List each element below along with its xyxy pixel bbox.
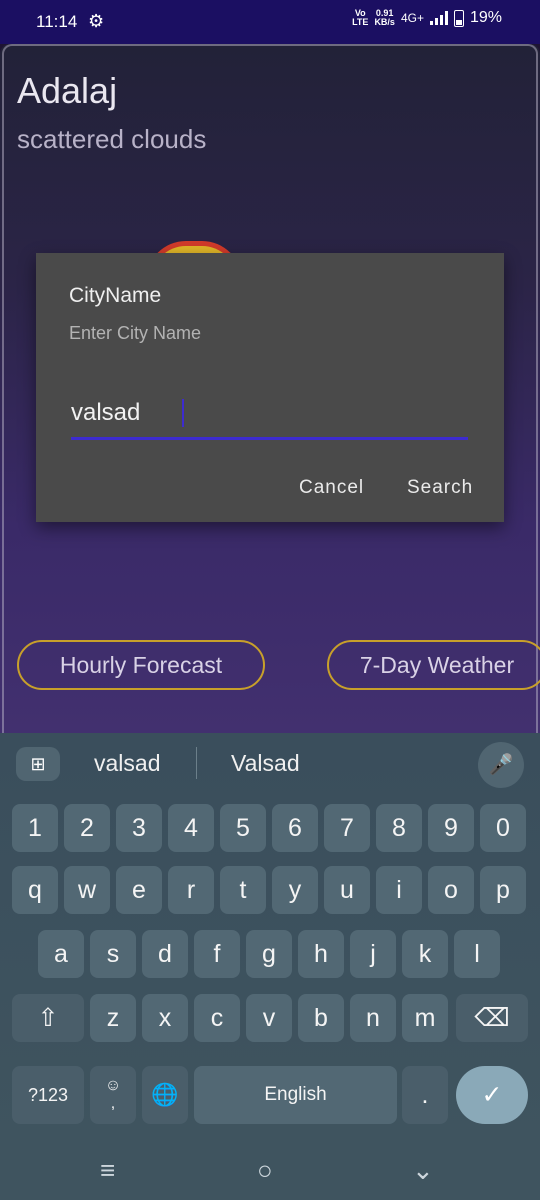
key-c[interactable]: c bbox=[194, 994, 240, 1042]
seven-day-weather-button[interactable]: 7-Day Weather bbox=[327, 640, 540, 690]
text-cursor bbox=[182, 399, 184, 427]
recents-icon[interactable]: ≡ bbox=[100, 1155, 115, 1186]
settings-gear-icon: ⚙ bbox=[88, 11, 105, 31]
key-s[interactable]: s bbox=[90, 930, 136, 978]
key-r[interactable]: r bbox=[168, 866, 214, 914]
emoji-icon: ☺ bbox=[104, 1077, 122, 1094]
symbols-key[interactable]: ?123 bbox=[12, 1066, 84, 1124]
battery-icon bbox=[453, 9, 464, 27]
suggestion-2[interactable]: Valsad bbox=[231, 750, 300, 777]
globe-icon[interactable]: 🌐 bbox=[142, 1066, 188, 1124]
key-i[interactable]: i bbox=[376, 866, 422, 914]
key-m[interactable]: m bbox=[402, 994, 448, 1042]
key-b[interactable]: b bbox=[298, 994, 344, 1042]
apps-grid-icon[interactable]: ⊞ bbox=[16, 747, 60, 781]
status-bar: 11:14 ⚙ Vo LTE 0.91 KB/s 4G+ 19% bbox=[0, 0, 540, 44]
home-icon[interactable]: ○ bbox=[257, 1155, 273, 1186]
key-h[interactable]: h bbox=[298, 930, 344, 978]
shift-icon[interactable]: ⇧ bbox=[12, 994, 84, 1042]
key-u[interactable]: u bbox=[324, 866, 370, 914]
key-n[interactable]: n bbox=[350, 994, 396, 1042]
key-7[interactable]: 7 bbox=[324, 804, 370, 852]
navigation-bar: ≡ ○ ⌄ bbox=[0, 1143, 540, 1200]
backspace-icon[interactable]: ⌫ bbox=[456, 994, 528, 1042]
status-icons: Vo LTE 0.91 KB/s 4G+ 19% bbox=[352, 9, 502, 27]
key-5[interactable]: 5 bbox=[220, 804, 266, 852]
back-chevron-down-icon[interactable]: ⌄ bbox=[412, 1155, 434, 1186]
key-f[interactable]: f bbox=[194, 930, 240, 978]
battery-percent: 19% bbox=[469, 9, 502, 26]
data-rate: 0.91 KB/s bbox=[374, 8, 395, 27]
status-time: 11:14 bbox=[36, 12, 78, 31]
key-2[interactable]: 2 bbox=[64, 804, 110, 852]
key-w[interactable]: w bbox=[64, 866, 110, 914]
city-input-field[interactable] bbox=[71, 393, 468, 440]
key-t[interactable]: t bbox=[220, 866, 266, 914]
key-0[interactable]: 0 bbox=[480, 804, 526, 852]
city-input[interactable] bbox=[71, 399, 468, 427]
key-p[interactable]: p bbox=[480, 866, 526, 914]
hourly-forecast-button[interactable]: Hourly Forecast bbox=[17, 640, 265, 690]
key-g[interactable]: g bbox=[246, 930, 292, 978]
key-8[interactable]: 8 bbox=[376, 804, 422, 852]
key-x[interactable]: x bbox=[142, 994, 188, 1042]
enter-check-icon[interactable]: ✓ bbox=[456, 1066, 528, 1124]
suggestion-bar: ⊞ valsad Valsad 🎤 bbox=[0, 733, 540, 795]
key-a[interactable]: a bbox=[38, 930, 84, 978]
key-9[interactable]: 9 bbox=[428, 804, 474, 852]
soft-keyboard: ⊞ valsad Valsad 🎤 1 2 3 4 5 6 7 8 9 0 q … bbox=[0, 733, 540, 1143]
suggestion-1[interactable]: valsad bbox=[94, 750, 160, 777]
space-bar[interactable]: English bbox=[194, 1066, 397, 1124]
key-q[interactable]: q bbox=[12, 866, 58, 914]
emoji-comma-key[interactable]: ☺ , bbox=[90, 1066, 136, 1124]
weather-description: scattered clouds bbox=[17, 124, 207, 154]
key-k[interactable]: k bbox=[402, 930, 448, 978]
city-name-dialog: CityName Enter City Name Cancel Search bbox=[36, 253, 504, 522]
key-y[interactable]: y bbox=[272, 866, 318, 914]
key-e[interactable]: e bbox=[116, 866, 162, 914]
key-o[interactable]: o bbox=[428, 866, 474, 914]
network-type: 4G+ bbox=[400, 11, 424, 25]
microphone-icon[interactable]: 🎤 bbox=[478, 742, 524, 788]
key-1[interactable]: 1 bbox=[12, 804, 58, 852]
dialog-message: Enter City Name bbox=[69, 323, 202, 343]
city-name: Adalaj bbox=[17, 70, 118, 111]
key-v[interactable]: v bbox=[246, 994, 292, 1042]
key-l[interactable]: l bbox=[454, 930, 500, 978]
dialog-title: CityName bbox=[69, 284, 162, 307]
period-key[interactable]: . bbox=[402, 1066, 448, 1124]
key-4[interactable]: 4 bbox=[168, 804, 214, 852]
key-3[interactable]: 3 bbox=[116, 804, 162, 852]
volte-icon: Vo LTE bbox=[352, 8, 369, 27]
key-d[interactable]: d bbox=[142, 930, 188, 978]
signal-icon bbox=[429, 11, 448, 25]
cancel-button[interactable]: Cancel bbox=[299, 477, 364, 499]
key-6[interactable]: 6 bbox=[272, 804, 318, 852]
key-j[interactable]: j bbox=[350, 930, 396, 978]
search-button[interactable]: Search bbox=[407, 477, 473, 499]
key-z[interactable]: z bbox=[90, 994, 136, 1042]
